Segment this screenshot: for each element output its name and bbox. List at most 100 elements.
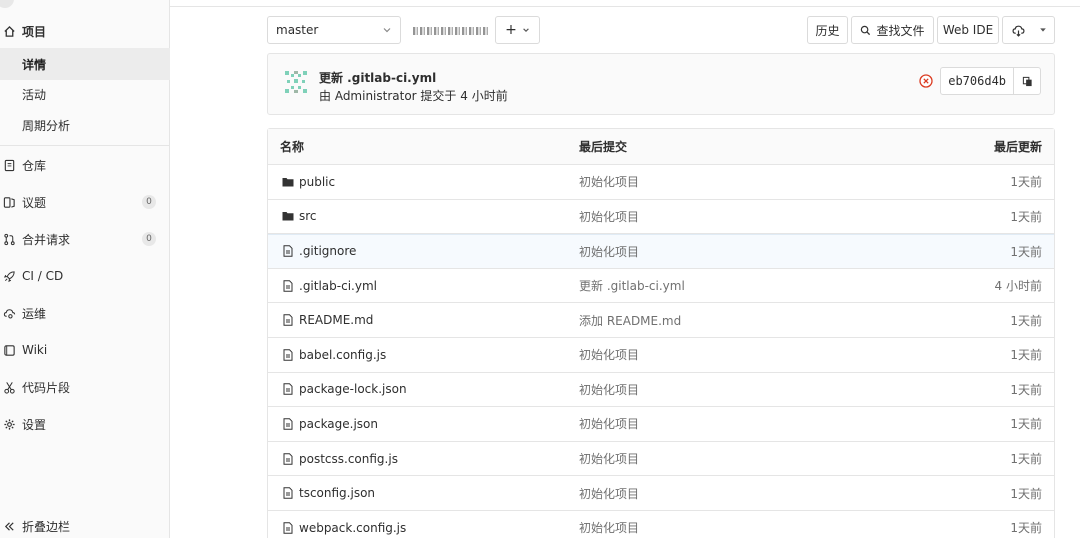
sidebar-item-snippets[interactable]: 代码片段: [0, 378, 170, 396]
table-row[interactable]: package-lock.json 初始化项目 1天前: [268, 373, 1054, 408]
sidebar-item-label: 代码片段: [22, 380, 71, 395]
file-name: babel.config.js: [299, 347, 387, 362]
sidebar-item-label: 运维: [22, 306, 47, 321]
commit-message-link[interactable]: 初始化项目: [579, 450, 639, 467]
table-row[interactable]: .gitignore 初始化项目 1天前: [268, 234, 1054, 269]
file-name-link[interactable]: package.json: [282, 417, 378, 431]
table-row[interactable]: babel.config.js 初始化项目 1天前: [268, 338, 1054, 373]
branch-dropdown[interactable]: master: [267, 16, 401, 44]
commit-message-link[interactable]: 初始化项目: [579, 519, 639, 536]
copy-icon: [1022, 76, 1032, 86]
table-row[interactable]: tsconfig.json 初始化项目 1天前: [268, 476, 1054, 511]
double-chevron-left-icon: [2, 519, 16, 533]
sidebar-subitem-activity[interactable]: 活动: [0, 85, 170, 103]
chevron-down-icon: [523, 28, 529, 32]
sidebar-item-label: 仓库: [22, 158, 47, 173]
download-dropdown-button[interactable]: [1002, 16, 1055, 44]
sidebar-item-repository[interactable]: 仓库: [0, 156, 170, 174]
sidebar-item-issues[interactable]: 议题 0: [0, 193, 170, 211]
sidebar-item-settings[interactable]: 设置: [0, 415, 170, 433]
file-name-link[interactable]: postcss.config.js: [282, 452, 398, 466]
file-icon: [283, 418, 293, 430]
file-name-link[interactable]: webpack.config.js: [282, 521, 406, 535]
file-name-link[interactable]: README.md: [282, 313, 373, 327]
commit-sha[interactable]: eb706d4b: [941, 68, 1015, 94]
sidebar-item-project[interactable]: 项目: [0, 21, 170, 41]
file-icon: [283, 349, 293, 361]
table-row[interactable]: public 初始化项目 1天前: [268, 165, 1054, 200]
file-name-link[interactable]: package-lock.json: [282, 382, 407, 396]
commit-sha-group: eb706d4b: [940, 67, 1041, 95]
updated-time: 4 小时前: [994, 279, 1042, 294]
file-name-link[interactable]: .gitlab-ci.yml: [282, 279, 377, 293]
file-name-link[interactable]: tsconfig.json: [282, 486, 375, 500]
updated-time: 1天前: [1010, 175, 1042, 190]
rocket-icon: [2, 269, 16, 283]
file-name-link[interactable]: .gitignore: [282, 244, 356, 258]
add-dropdown-button[interactable]: +: [495, 16, 540, 44]
sidebar-item-label: 合并请求: [22, 232, 71, 247]
merge-requests-count-badge: 0: [142, 232, 156, 246]
web-ide-button[interactable]: Web IDE: [937, 16, 999, 44]
file-name: webpack.config.js: [299, 520, 407, 535]
updated-time: 1天前: [1010, 417, 1042, 432]
copy-sha-button[interactable]: [1014, 68, 1040, 94]
file-name-link[interactable]: src: [282, 209, 317, 223]
web-ide-label: Web IDE: [942, 23, 994, 37]
sidebar-subitem-cycle-analytics[interactable]: 周期分析: [0, 116, 170, 134]
table-row[interactable]: package.json 初始化项目 1天前: [268, 407, 1054, 442]
table-row[interactable]: README.md 添加 README.md 1天前: [268, 303, 1054, 338]
updated-time: 1天前: [1010, 209, 1042, 224]
file-name: public: [299, 174, 336, 189]
table-header: 名称 最后提交 最后更新: [268, 129, 1054, 165]
commit-message-link[interactable]: 初始化项目: [579, 173, 639, 190]
table-row[interactable]: .gitlab-ci.yml 更新 .gitlab-ci.yml 4 小时前: [268, 269, 1054, 304]
commit-message-link[interactable]: 添加 README.md: [579, 312, 681, 329]
sidebar-item-operations[interactable]: 运维: [0, 304, 170, 322]
sidebar-subitem-label: 周期分析: [22, 118, 71, 133]
commit-message-link[interactable]: 初始化项目: [579, 485, 639, 502]
table-row[interactable]: webpack.config.js 初始化项目 1天前: [268, 511, 1054, 538]
collapse-sidebar-button[interactable]: 折叠边栏: [0, 517, 170, 535]
branch-name: master: [276, 23, 319, 37]
file-name: package.json: [299, 416, 379, 431]
gear-icon: [2, 417, 16, 431]
history-button[interactable]: 历史: [807, 16, 848, 44]
file-name: package-lock.json: [299, 382, 407, 397]
file-name: tsconfig.json: [299, 486, 376, 501]
updated-time: 1天前: [1010, 382, 1042, 397]
commit-message-link[interactable]: 初始化项目: [579, 346, 639, 363]
file-name-link[interactable]: public: [282, 175, 335, 189]
file-name-link[interactable]: babel.config.js: [282, 348, 386, 362]
caret-down-icon: [1040, 28, 1046, 32]
table-row[interactable]: postcss.config.js 初始化项目 1天前: [268, 442, 1054, 477]
sidebar-item-wiki[interactable]: Wiki: [0, 341, 170, 359]
file-name: .gitignore: [299, 244, 357, 259]
table-row[interactable]: src 初始化项目 1天前: [268, 200, 1054, 235]
file-tree-table: 名称 最后提交 最后更新 public 初始化项目 1天前 src 初始化项目 1天前 .g…: [267, 128, 1055, 538]
file-icon: [283, 314, 293, 326]
sidebar-item-label: 项目: [22, 24, 47, 39]
pipeline-failed-icon[interactable]: [919, 74, 933, 88]
sidebar-item-label: 设置: [22, 417, 47, 432]
avatar: [285, 71, 307, 93]
sidebar-subitem-details[interactable]: 详情: [0, 48, 170, 80]
file-icon: [283, 245, 293, 258]
commit-message-link[interactable]: 初始化项目: [579, 208, 639, 225]
updated-time: 1天前: [1010, 521, 1042, 536]
chevron-down-icon: [383, 28, 391, 33]
folder-icon: [282, 212, 294, 221]
commit-message-link[interactable]: 初始化项目: [579, 381, 639, 398]
sidebar-item-merge-requests[interactable]: 合并请求 0: [0, 230, 170, 248]
scissors-icon: [2, 380, 16, 394]
merge-request-icon: [2, 232, 16, 246]
find-file-button[interactable]: 查找文件: [851, 16, 934, 44]
updated-time: 1天前: [1010, 244, 1042, 259]
commit-message-link[interactable]: 更新 .gitlab-ci.yml: [579, 277, 685, 294]
commit-title-link[interactable]: 更新 .gitlab-ci.yml: [319, 69, 436, 86]
sidebar-item-ci-cd[interactable]: CI / CD: [0, 267, 170, 285]
commit-message-link[interactable]: 初始化项目: [579, 415, 639, 432]
sidebar-subitem-label: 详情: [22, 57, 47, 72]
updated-time: 1天前: [1010, 486, 1042, 501]
commit-message-link[interactable]: 初始化项目: [579, 243, 639, 260]
